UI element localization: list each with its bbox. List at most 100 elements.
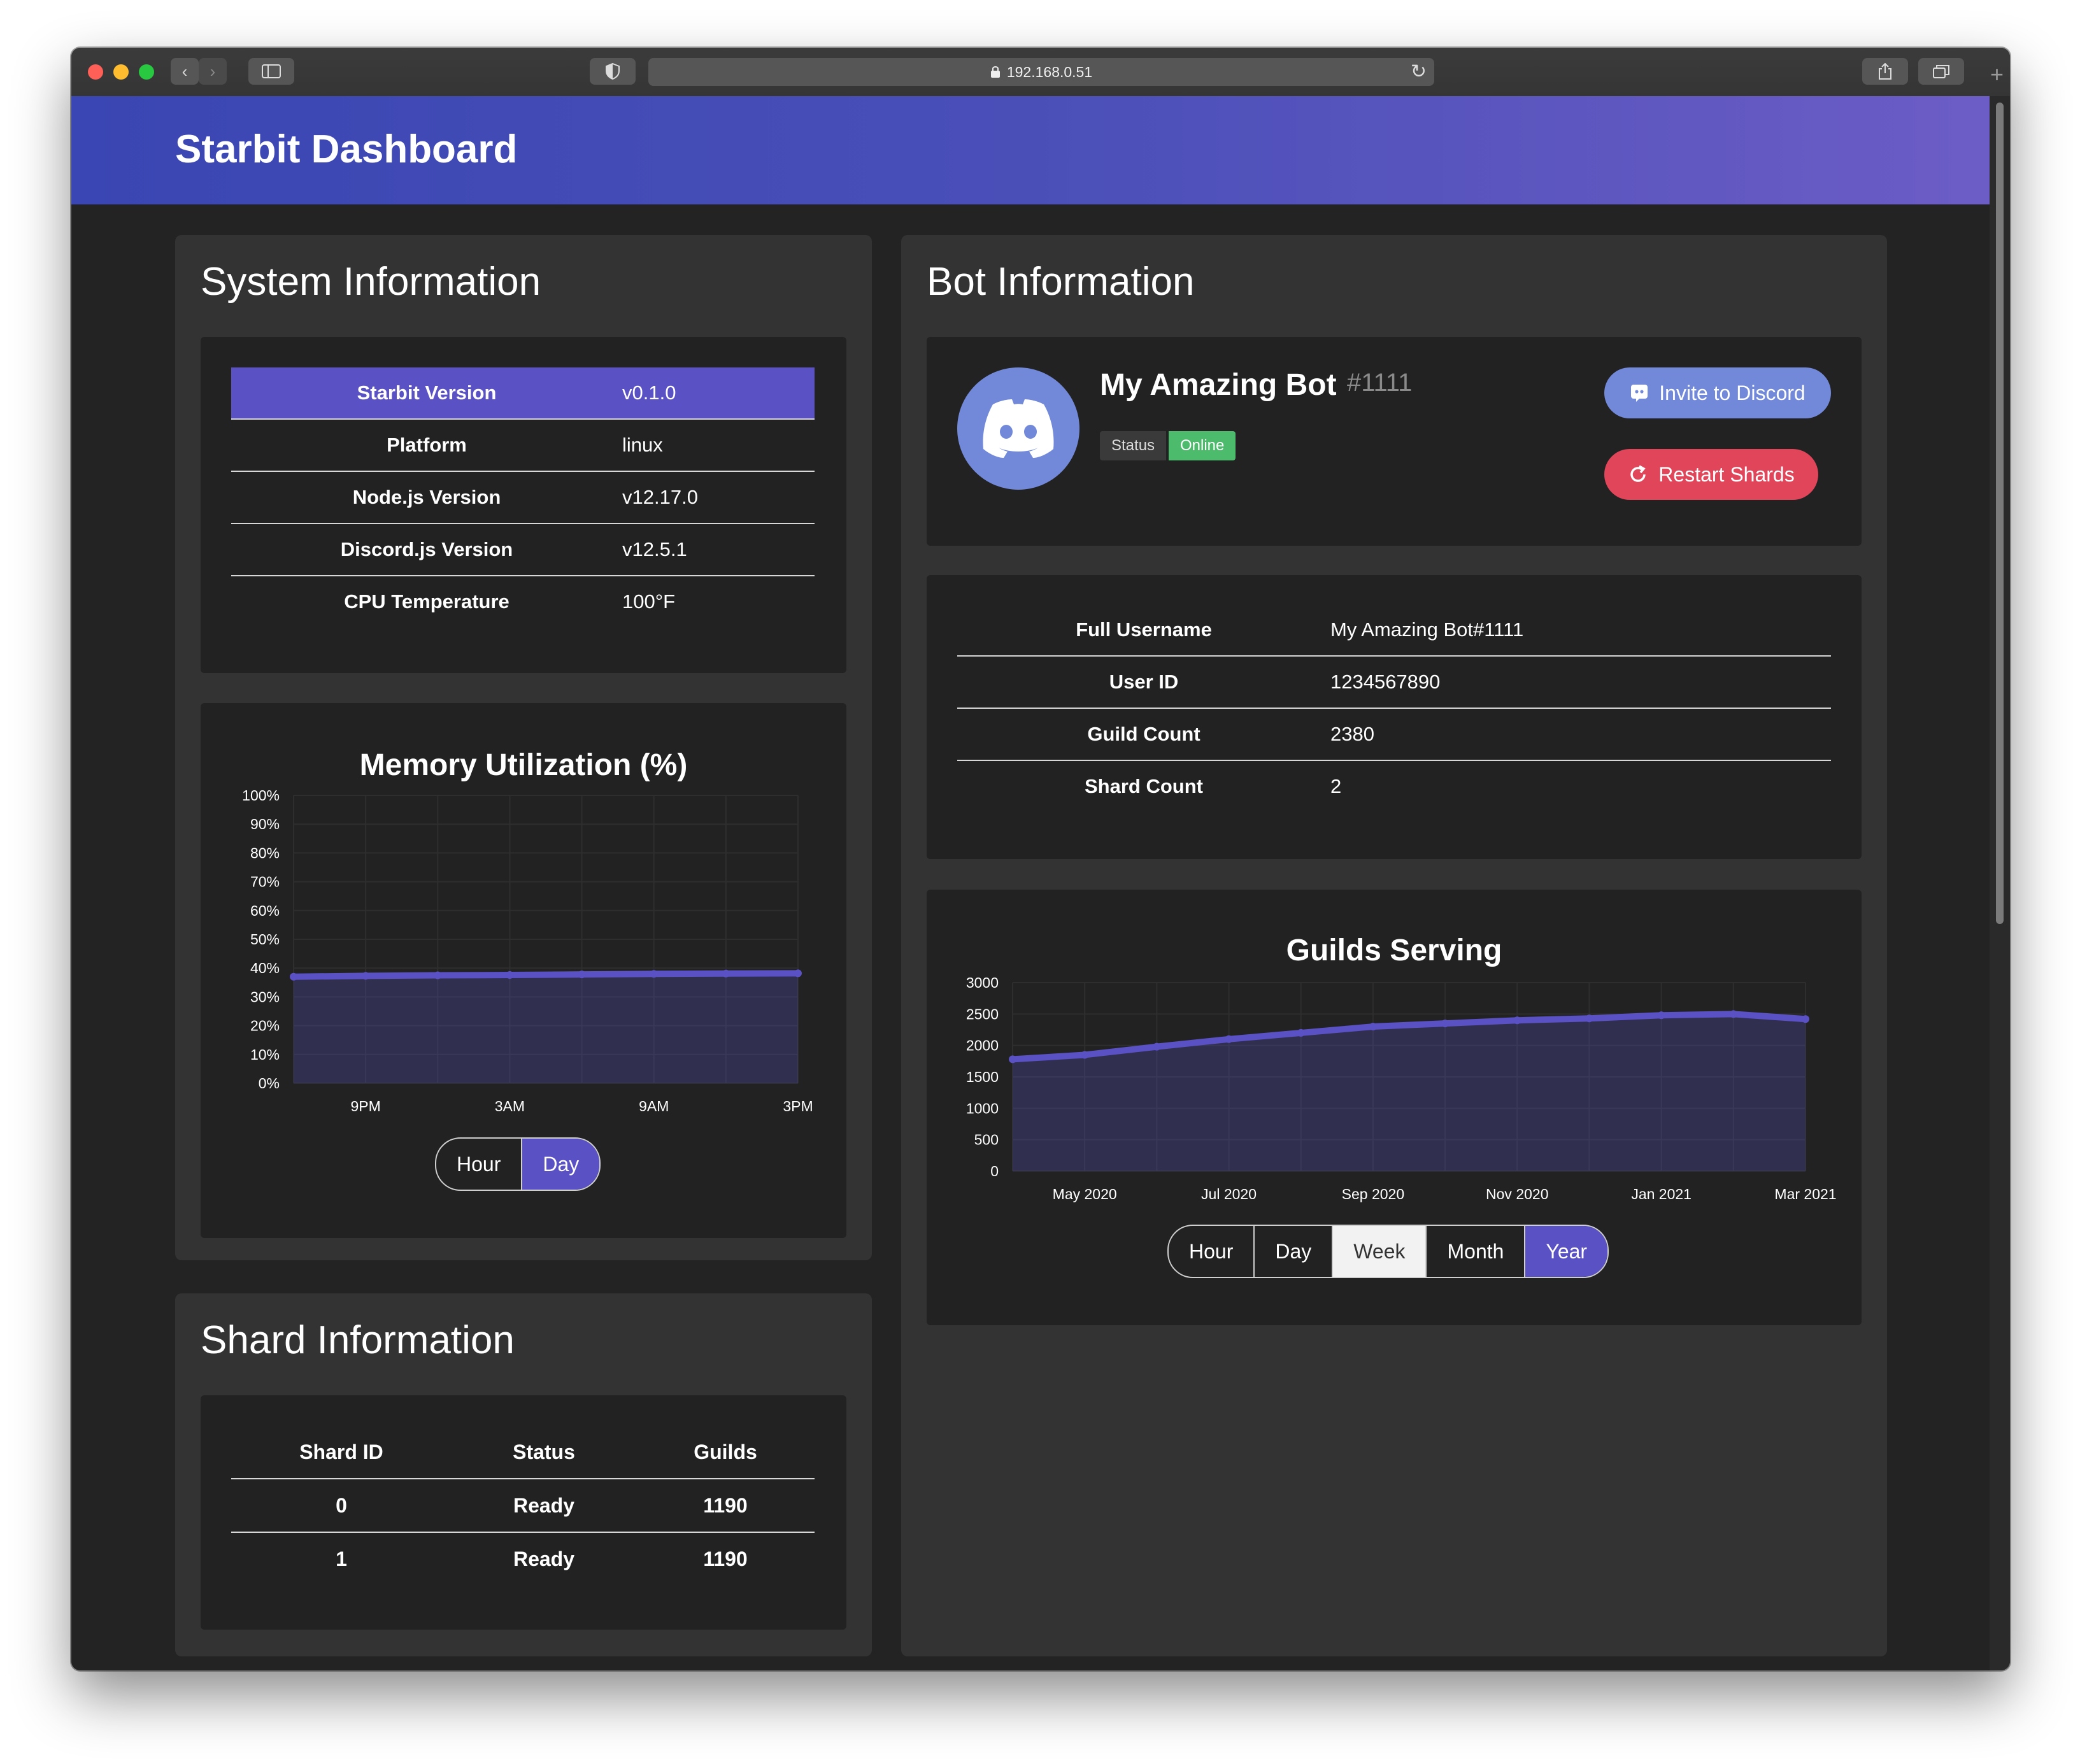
memory-utilization-chart: 0% 10% 20% 30% 40% 50% 60% 70% 80% 90% 100% 9PM 3AM 9… [242, 787, 813, 1114]
data-point [1585, 1014, 1593, 1023]
y-tick-label: 2000 [966, 1037, 999, 1054]
page: Starbit Dashboard System Information Sta… [71, 96, 1990, 1670]
data-point [1225, 1035, 1233, 1043]
y-tick-label: 1000 [966, 1100, 999, 1116]
data-point [650, 970, 658, 978]
table-row: Shard Count 2 [1085, 775, 1342, 797]
x-tick-label: 3AM [495, 1098, 525, 1114]
guilds-year-button[interactable]: Year [1525, 1226, 1608, 1277]
y-tick-label: 50% [250, 931, 280, 948]
table-row: Node.js Version v12.17.0 [231, 471, 815, 523]
x-tick-label: May 2020 [1053, 1186, 1117, 1202]
x-tick-label: Jul 2020 [1201, 1186, 1257, 1202]
page-title: Starbit Dashboard [175, 127, 518, 171]
x-tick-label: Sep 2020 [1342, 1186, 1404, 1202]
y-tick-label: 10% [250, 1046, 280, 1063]
x-tick-label: Mar 2021 [1774, 1186, 1836, 1202]
memory-hour-button[interactable]: Hour [436, 1139, 523, 1190]
y-tick-label: 70% [250, 874, 280, 890]
data-point [578, 971, 586, 979]
zoom-window-button[interactable] [139, 64, 154, 80]
table-row: Platform linux [231, 419, 815, 471]
system-info-table: Starbit Version v0.1.0 Platform linux Node… [231, 367, 815, 627]
sidebar-toggle-button[interactable] [248, 58, 294, 85]
system-information-panel: System Information Starbit Version v0.1.0… [175, 235, 872, 1260]
guilds-month-button[interactable]: Month [1427, 1226, 1526, 1277]
y-tick-label: 80% [250, 844, 280, 861]
data-point [722, 969, 730, 978]
bot-profile-card: My Amazing Bot #1111 Status Online Invit… [927, 337, 1862, 546]
reload-icon[interactable]: ↻ [1411, 60, 1427, 83]
y-tick-label: 0 [990, 1163, 999, 1179]
data-point [1657, 1011, 1665, 1020]
url-text: 192.168.0.51 [1006, 63, 1093, 80]
data-point [1369, 1023, 1377, 1031]
data-point [1513, 1016, 1521, 1025]
x-tick-label: 9PM [350, 1098, 380, 1114]
invite-to-discord-button[interactable]: Invite to Discord [1604, 367, 1831, 418]
data-point [1802, 1015, 1809, 1023]
new-tab-icon[interactable]: + [1990, 63, 2004, 86]
tabs-icon [1933, 65, 1949, 78]
status-label: Status [1100, 431, 1167, 460]
table-header-row: Shard ID Status Guilds [231, 1426, 815, 1479]
bot-details-table: Full Username My Amazing Bot#1111 User ID… [957, 604, 1831, 812]
x-tick-label: 3PM [783, 1098, 813, 1114]
y-tick-label: 2500 [966, 1006, 999, 1022]
data-point [1081, 1051, 1089, 1059]
memory-range-toggle: Hour Day [435, 1137, 601, 1191]
refresh-icon [1630, 465, 1646, 482]
data-point [1009, 1055, 1016, 1063]
y-tick-label: 100% [242, 787, 280, 804]
minimize-window-button[interactable] [113, 64, 129, 80]
restart-button-label: Restart Shards [1658, 462, 1795, 486]
x-tick-label: Jan 2021 [1631, 1186, 1692, 1202]
guilds-week-button[interactable]: Week [1333, 1226, 1427, 1277]
guilds-hour-button[interactable]: Hour [1169, 1226, 1255, 1277]
table-row: CPU Temperature 100°F [344, 590, 676, 613]
memory-chart-card: Memory Utilization (%) 0% 10% 20% 30% 40% 50%… [201, 703, 846, 1238]
table-row: 0 Ready 1190 [231, 1479, 815, 1532]
data-point [1729, 1010, 1737, 1018]
data-point [1297, 1028, 1305, 1037]
y-tick-label: 0% [259, 1075, 280, 1092]
chevron-right-icon: › [210, 61, 216, 81]
y-tick-label: 1500 [966, 1069, 999, 1085]
discord-icon [1631, 385, 1648, 402]
bot-discriminator: #1111 [1347, 369, 1413, 397]
bot-information-title: Bot Information [927, 260, 1195, 304]
table-row: Discord.js Version v12.5.1 [231, 523, 815, 576]
shard-information-title: Shard Information [201, 1318, 515, 1362]
chevron-left-icon: ‹ [182, 61, 188, 81]
table-row: User ID 1234567890 [957, 656, 1831, 708]
memory-day-button[interactable]: Day [522, 1139, 600, 1190]
status-badge: Online [1169, 431, 1236, 460]
data-point [1153, 1042, 1161, 1051]
scrollbar-thumb[interactable] [1996, 103, 2004, 924]
privacy-report-button[interactable] [590, 58, 636, 85]
y-tick-label: 20% [250, 1018, 280, 1034]
browser-toolbar: ‹ › 192.168.0.51 ↻ + [71, 48, 2010, 97]
lock-icon [990, 66, 1000, 78]
bot-name: My Amazing Bot [1100, 368, 1337, 402]
y-tick-label: 90% [250, 816, 280, 832]
share-button[interactable] [1862, 58, 1908, 85]
back-button[interactable]: ‹ [171, 58, 199, 85]
address-bar[interactable]: 192.168.0.51 ↻ [648, 58, 1434, 86]
y-tick-label: 30% [250, 988, 280, 1005]
x-tick-label: 9AM [639, 1098, 669, 1114]
data-point [794, 969, 802, 978]
restart-shards-button[interactable]: Restart Shards [1604, 449, 1818, 500]
page-scrollbar[interactable] [1990, 96, 2010, 1670]
forward-button[interactable]: › [199, 58, 227, 85]
guilds-chart-card: Guilds Serving 0 500 1000 1500 2000 2500 3000 M… [927, 890, 1862, 1325]
table-row: Full Username My Amazing Bot#1111 [957, 604, 1831, 656]
guilds-day-button[interactable]: Day [1255, 1226, 1334, 1277]
shard-table: Shard ID Status Guilds 0 Ready 1190 1 Re… [231, 1426, 815, 1585]
guilds-serving-chart: 0 500 1000 1500 2000 2500 3000 May 2020 Jul 2020… [966, 974, 1837, 1202]
close-window-button[interactable] [88, 64, 103, 80]
tab-overview-button[interactable] [1918, 58, 1964, 85]
table-row: Guild Count 2380 [957, 708, 1831, 760]
guilds-range-toggle: Hour Day Week Month Year [1167, 1225, 1609, 1278]
shard-table-card: Shard ID Status Guilds 0 Ready 1190 1 Re… [201, 1395, 846, 1630]
